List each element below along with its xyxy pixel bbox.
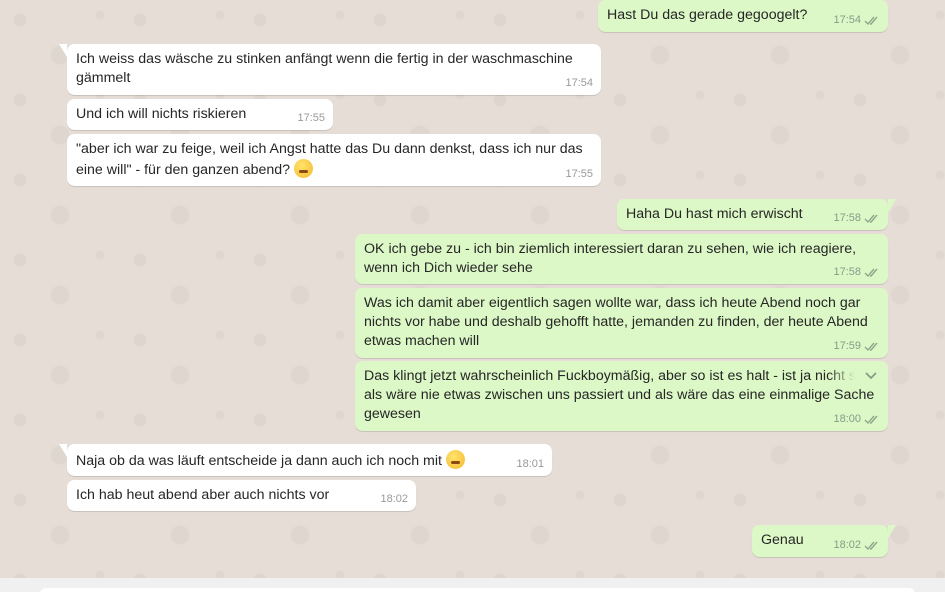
- message-meta: 18:02: [380, 492, 408, 507]
- message-meta: 17:59: [833, 339, 880, 354]
- message-meta: 17:58: [833, 265, 880, 280]
- double-check-icon: [864, 541, 878, 551]
- message-time: 17:55: [565, 168, 593, 180]
- message-meta: 17:55: [297, 111, 325, 126]
- message-incoming[interactable]: "aber ich war zu feige, weil ich Angst h…: [67, 134, 601, 186]
- double-check-icon: [864, 214, 878, 224]
- message-outgoing[interactable]: Genau 18:02: [752, 525, 896, 557]
- message-meta: 18:02: [833, 538, 880, 553]
- message-time: 18:00: [833, 413, 861, 425]
- message-incoming[interactable]: Naja ob da was läuft entscheide ja dann …: [59, 444, 552, 476]
- message-meta: 17:58: [833, 211, 880, 226]
- chevron-down-icon[interactable]: [864, 368, 878, 382]
- message-text: Das klingt jetzt wahrscheinlich Fuckboym…: [364, 368, 875, 422]
- message-time: 17:58: [833, 212, 861, 224]
- message-meta: 18:01: [516, 457, 544, 472]
- message-time: 17:58: [833, 266, 861, 278]
- message-time: 17:54: [833, 14, 861, 26]
- message-meta: 17:55: [565, 167, 593, 182]
- message-meta: 17:54: [833, 13, 880, 28]
- message-outgoing[interactable]: Hast Du das gerade gegoogelt? 17:54: [598, 0, 888, 32]
- message-text: OK ich gebe zu - ich bin ziemlich intere…: [364, 241, 861, 276]
- double-check-icon: [864, 342, 878, 352]
- message-time: 18:01: [516, 458, 544, 470]
- chat-panel: Hast Du das gerade gegoogelt? 17:54 Ich …: [0, 0, 945, 578]
- message-time: 18:02: [380, 493, 408, 505]
- message-time: 17:55: [297, 112, 325, 124]
- message-meta: 17:54: [565, 76, 593, 91]
- message-text: Was ich damit aber eigentlich sagen woll…: [364, 295, 872, 349]
- message-time: 17:54: [565, 77, 593, 89]
- message-outgoing[interactable]: OK ich gebe zu - ich bin ziemlich intere…: [355, 234, 888, 284]
- message-text: Ich weiss das wäsche zu stinken anfängt …: [76, 51, 577, 86]
- thinking-face-icon: [294, 159, 314, 178]
- double-check-icon: [864, 415, 878, 425]
- message-incoming[interactable]: Und ich will nichts riskieren 17:55: [67, 99, 333, 130]
- message-incoming[interactable]: Ich hab heut abend aber auch nichts vor …: [67, 480, 416, 511]
- message-outgoing[interactable]: Was ich damit aber eigentlich sagen woll…: [355, 288, 888, 358]
- message-meta: 18:00: [833, 412, 880, 427]
- message-text: Und ich will nichts riskieren: [76, 106, 247, 122]
- double-check-icon: [864, 268, 878, 278]
- message-time: 18:02: [833, 539, 861, 551]
- message-text: "aber ich war zu feige, weil ich Angst h…: [76, 141, 587, 178]
- double-check-icon: [864, 16, 878, 26]
- grinning-sweat-face-icon: [445, 450, 465, 469]
- message-menu-fade: [828, 361, 888, 389]
- message-incoming[interactable]: Ich weiss das wäsche zu stinken anfängt …: [59, 44, 601, 95]
- message-time: 17:59: [833, 340, 861, 352]
- message-outgoing[interactable]: Haha Du hast mich erwischt 17:58: [617, 199, 896, 230]
- message-text: Ich hab heut abend aber auch nichts vor: [76, 487, 330, 503]
- message-outgoing[interactable]: Das klingt jetzt wahrscheinlich Fuckboym…: [355, 361, 888, 431]
- message-text: Naja ob da was läuft entscheide ja dann …: [76, 450, 543, 471]
- message-input[interactable]: [40, 588, 915, 592]
